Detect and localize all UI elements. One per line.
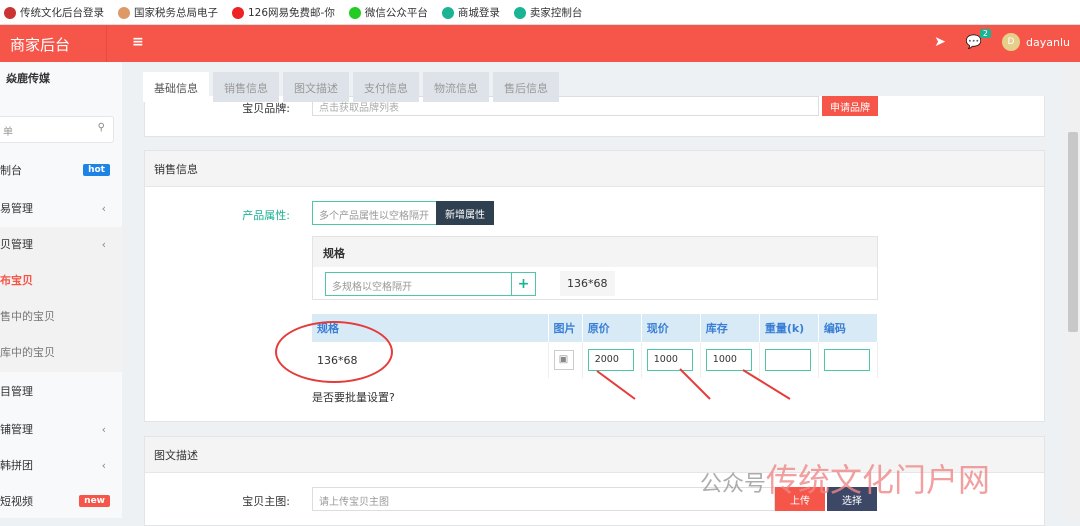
col-original-price: 原价	[582, 314, 642, 342]
new-badge: new	[79, 495, 110, 507]
add-attr-button[interactable]: 新增属性	[436, 201, 494, 225]
attr-label: 产品属性:	[242, 209, 290, 222]
tab-sales[interactable]: 销售信息	[213, 72, 279, 102]
chevron-left-icon: ‹	[101, 458, 106, 472]
tab-description[interactable]: 图文描述	[283, 72, 349, 102]
tab-aftersales[interactable]: 售后信息	[493, 72, 559, 102]
sidebar-item[interactable]: 制台 hot	[0, 152, 122, 188]
image-icon[interactable]: ▣	[553, 350, 574, 370]
bookmark[interactable]: 商城登录	[441, 5, 500, 20]
panel-title: 销售信息	[145, 151, 1044, 187]
app-title: 商家后台	[10, 36, 71, 54]
bookmarks-bar: 传统文化后台登录 国家税务总局电子 126网易免费邮-你 微信公众平台 商城登录…	[0, 0, 1080, 25]
sidebar-item[interactable]: 铺管理 ‹	[0, 411, 122, 447]
bookmark[interactable]: 126网易免费邮-你	[232, 5, 335, 20]
col-weight: 重量(k)	[759, 314, 819, 342]
sidebar-item[interactable]: 韩拼团 ‹	[0, 447, 122, 483]
sidebar-item[interactable]: 短视频 new	[0, 483, 122, 519]
message-badge: 2	[979, 28, 992, 38]
annotation-circle	[275, 321, 393, 383]
tab-logistics[interactable]: 物流信息	[423, 72, 489, 102]
sidebar: 焱鹿传媒 单 ⚲ 制台 hot 易管理 ‹ 贝管理 ‹ 布宝贝 售中的宝贝 库中的宝贝 …	[0, 62, 122, 518]
chevron-left-icon: ‹	[101, 422, 106, 436]
spec-box: 规格 多规格以空格隔开 + 136*68	[312, 236, 878, 300]
sidebar-item[interactable]: 易管理 ‹	[0, 190, 122, 226]
sidebar-item-active[interactable]: 布宝贝	[0, 262, 122, 298]
divider	[106, 25, 107, 62]
sales-panel: 销售信息 产品属性: 多个产品属性以空格隔开 新增属性 规格 多规格以空格隔开 …	[144, 150, 1045, 422]
chevron-left-icon: ‹	[101, 237, 106, 251]
watermark: 公众号传统文化门户网	[700, 461, 991, 499]
menu-search-input[interactable]: 单 ⚲	[0, 116, 114, 143]
sidebar-item[interactable]: 贝管理 ‹	[0, 226, 122, 262]
add-spec-button[interactable]: +	[511, 272, 536, 296]
attr-input[interactable]: 多个产品属性以空格隔开	[312, 201, 437, 225]
tab-basic[interactable]: 基础信息	[143, 72, 209, 102]
spec-input[interactable]: 多规格以空格隔开	[325, 272, 512, 296]
annotation-arrows	[596, 368, 791, 400]
bookmark[interactable]: 微信公众平台	[348, 5, 428, 20]
basic-info-panel: 宝贝品牌: 点击获取品牌列表 申请品牌	[144, 96, 1045, 137]
sidebar-item[interactable]: 库中的宝贝	[0, 334, 122, 370]
col-image: 图片	[548, 314, 583, 342]
bookmark[interactable]: 传统文化后台登录	[4, 5, 104, 20]
form-tabs: 基础信息 销售信息 图文描述 支付信息 物流信息 售后信息	[143, 72, 559, 102]
user-menu[interactable]: Ddayanlu	[1002, 33, 1070, 51]
col-stock: 库存	[700, 314, 760, 342]
scrollbar[interactable]	[1066, 62, 1080, 518]
send-icon[interactable]: ➤	[934, 34, 946, 50]
messages-button[interactable]: 💬 2	[966, 28, 992, 50]
hot-badge: hot	[83, 164, 110, 176]
sidebar-item[interactable]: 售中的宝贝	[0, 298, 122, 334]
brand-name: 焱鹿传媒	[6, 72, 50, 85]
chevron-left-icon: ‹	[101, 201, 106, 215]
scrollbar-thumb[interactable]	[1068, 132, 1078, 332]
col-price: 现价	[641, 314, 701, 342]
col-code: 编码	[818, 314, 879, 342]
top-header: 商家后台 ≡ ➤ 💬 2 Ddayanlu	[0, 25, 1080, 62]
code-input[interactable]	[823, 349, 870, 371]
sidebar-item[interactable]: 目管理	[0, 373, 122, 409]
brand-label: 宝贝品牌:	[242, 102, 290, 115]
search-icon[interactable]: ⚲	[98, 122, 105, 133]
hamburger-icon[interactable]: ≡	[132, 34, 144, 50]
username: dayanlu	[1026, 35, 1070, 49]
spec-tag: 136*68	[560, 271, 615, 296]
bookmark[interactable]: 卖家控制台	[513, 5, 582, 20]
main-image-label: 宝贝主图:	[242, 495, 290, 508]
apply-brand-button[interactable]: 申请品牌	[822, 96, 878, 116]
tab-payment[interactable]: 支付信息	[353, 72, 419, 102]
spec-title: 规格	[313, 237, 877, 267]
bookmark[interactable]: 国家税务总局电子	[118, 5, 218, 20]
batch-question[interactable]: 是否要批量设置?	[312, 389, 395, 405]
avatar: D	[1002, 33, 1021, 51]
